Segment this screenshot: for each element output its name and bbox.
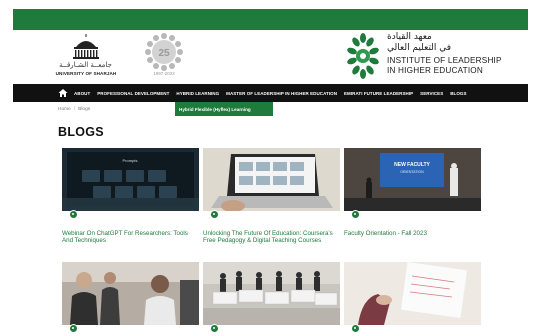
blog-thumbnail-event-people[interactable] — [62, 262, 199, 325]
top-green-bar — [13, 9, 528, 30]
page-title: BLOGS — [58, 125, 104, 139]
institute-arabic-line1: معهد القيادة — [387, 32, 432, 42]
anniversary-logo: 25 1997-2022 — [144, 32, 184, 80]
nav-item-hybrid-learning[interactable]: HYBRID LEARNING — [176, 91, 219, 96]
nav-item-blogs[interactable]: BLOGS — [450, 91, 466, 96]
screen-prompts-text: Prompts — [123, 158, 138, 163]
university-of-sharjah-logo[interactable]: جامعــة الشـارقــة UNIVERSITY OF SHARJAH — [56, 33, 116, 77]
institute-emblem-icon — [347, 33, 379, 79]
breadcrumb-separator: / — [73, 107, 76, 112]
breadcrumb: Home / Blogs — [58, 107, 90, 112]
blog-thumbnail-chatgpt-webinar[interactable]: Prompts — [62, 148, 199, 211]
nav-item-emirati-future-leadership[interactable]: EMIRATI FUTURE LEADERSHIP — [344, 91, 413, 96]
blog-badge-icon — [69, 210, 78, 219]
nav-item-about[interactable]: ABOUT — [74, 91, 90, 96]
blog-badge-icon — [69, 324, 78, 333]
institute-logo[interactable]: معهد القيادة في التعليم العالي INSTITUTE… — [346, 32, 526, 82]
blog-card-title[interactable]: Unlocking The Future Of Education: Cours… — [203, 230, 340, 245]
screen-orientation-text: ORIENTATION — [400, 170, 424, 174]
site-header: جامعــة الشـارقــة UNIVERSITY OF SHARJAH… — [13, 30, 528, 84]
home-icon[interactable] — [58, 88, 68, 98]
main-navigation: ABOUT PROFESSIONAL DEVELOPMENT HYBRID LE… — [13, 84, 528, 102]
blog-badge-icon — [210, 324, 219, 333]
blog-badge-icon — [351, 210, 360, 219]
nav-item-master-of-leadership[interactable]: MASTER OF LEADERSHIP IN HIGHER EDUCATION — [226, 91, 337, 96]
institute-english-line2: IN HIGHER EDUCATION — [387, 66, 483, 75]
institute-arabic-line2: في التعليم العالي — [387, 43, 452, 53]
anniversary-years: 1997-2022 — [153, 71, 175, 76]
blog-thumbnail-coursera[interactable] — [203, 148, 340, 211]
nav-item-services[interactable]: SERVICES — [420, 91, 443, 96]
blog-thumbnail-faculty-orientation[interactable]: NEW FACULTY ORIENTATION — [344, 148, 481, 211]
blog-card-title[interactable]: Webinar On ChatGPT For Researchers: Tool… — [62, 230, 199, 245]
anniversary-number: 25 — [158, 48, 170, 59]
hybrid-learning-dropdown-item[interactable]: Hybrid Flexible (Hyflex) Learning — [175, 102, 273, 116]
blog-thumbnail-award-ceremony[interactable] — [203, 262, 340, 325]
blog-card-title[interactable]: Faculty Orientation - Fall 2023 — [344, 230, 481, 237]
university-english-name: UNIVERSITY OF SHARJAH — [55, 71, 117, 76]
anniversary-emblem-icon: 25 — [145, 33, 183, 71]
breadcrumb-current: Blogs — [78, 107, 91, 112]
university-dome-icon — [73, 34, 99, 59]
blog-badge-icon — [210, 210, 219, 219]
screen-new-faculty-text: NEW FACULTY — [394, 162, 430, 168]
institute-english-line1: INSTITUTE OF LEADERSHIP — [387, 56, 502, 65]
university-arabic-name: جامعــة الشـارقــة — [59, 61, 112, 69]
nav-item-professional-development[interactable]: PROFESSIONAL DEVELOPMENT — [97, 91, 169, 96]
blog-badge-icon — [351, 324, 360, 333]
breadcrumb-home[interactable]: Home — [58, 107, 71, 112]
blog-thumbnail-writing[interactable] — [344, 262, 481, 325]
